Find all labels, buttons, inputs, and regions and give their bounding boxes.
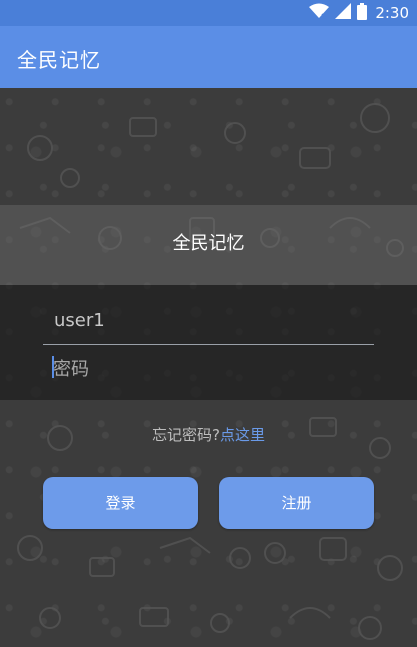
battery-icon (357, 2, 368, 24)
register-button[interactable]: 注册 (219, 477, 374, 529)
app-title: 全民记忆 (17, 48, 101, 72)
login-panel-header: 全民记忆 (0, 205, 417, 285)
status-time: 2:30 (375, 4, 409, 22)
screen: 2:30 全民记忆 全民记忆 user1 密码 忘记密码?点这里 登录 注册 (0, 0, 417, 647)
login-button[interactable]: 登录 (43, 477, 198, 529)
app-bar: 全民记忆 (0, 26, 417, 88)
forgot-password-text: 忘记密码? (152, 426, 220, 444)
username-input[interactable]: user1 (54, 310, 105, 331)
forgot-password-row: 忘记密码?点这里 (0, 424, 417, 445)
password-input[interactable]: 密码 (53, 355, 89, 381)
signal-icon (335, 3, 352, 23)
wifi-icon (309, 3, 330, 23)
login-panel-title: 全民记忆 (172, 233, 245, 254)
username-underline (43, 344, 374, 345)
login-fields-panel: user1 密码 (0, 285, 417, 400)
forgot-password-link[interactable]: 点这里 (220, 426, 265, 444)
status-icons: 2:30 (309, 2, 409, 24)
status-bar: 2:30 (0, 0, 417, 26)
